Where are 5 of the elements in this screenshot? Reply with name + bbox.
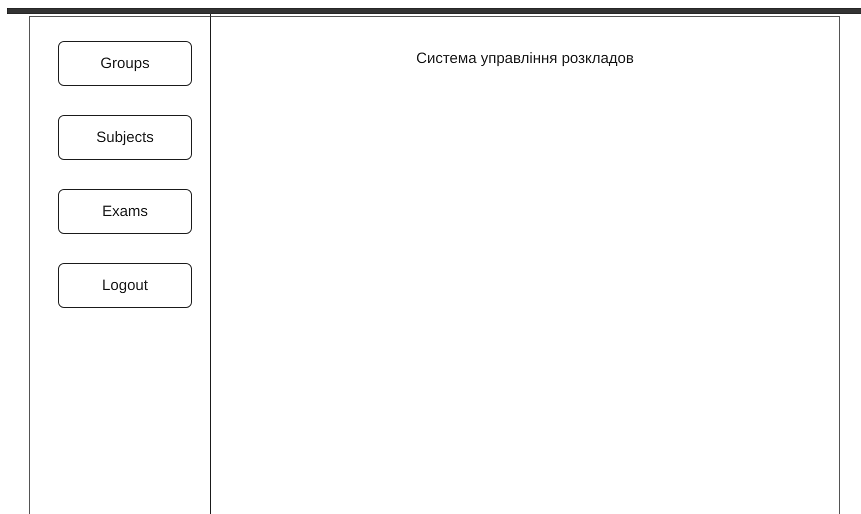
- nav-button[interactable]: Exams: [58, 189, 192, 234]
- nav-button[interactable]: Logout: [58, 263, 192, 308]
- nav-button[interactable]: Groups: [58, 41, 192, 86]
- nav-button[interactable]: Subjects: [58, 115, 192, 160]
- page-title: Система управління розкладов: [416, 50, 634, 67]
